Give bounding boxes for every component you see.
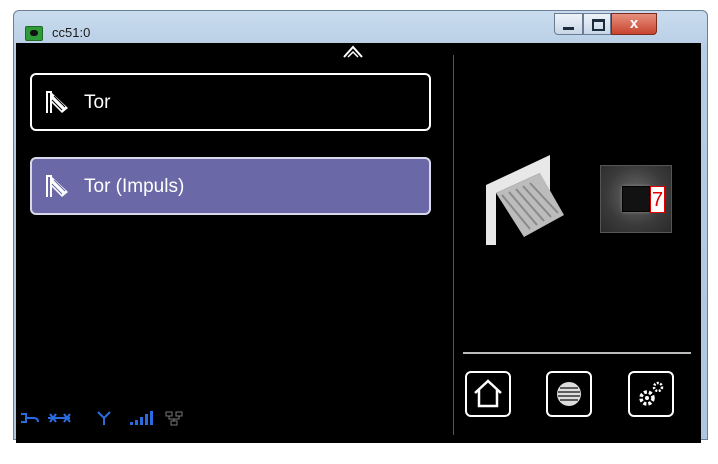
list-item-tor-impuls[interactable]: Tor (Impuls) — [30, 157, 431, 215]
maximize-button[interactable] — [583, 13, 611, 35]
network-icon — [165, 411, 183, 426]
badge-number: 7 — [650, 186, 665, 213]
gate-icon — [46, 91, 69, 113]
signal-icon — [130, 411, 153, 425]
close-button[interactable]: x — [611, 13, 657, 35]
app-icon — [25, 26, 43, 41]
window-title: cc51:0 — [52, 25, 91, 40]
list-item-tor[interactable]: Tor — [30, 73, 431, 131]
settings-icon — [639, 381, 664, 406]
status-bar — [21, 411, 183, 426]
plug-icon — [21, 413, 39, 423]
blinds-button[interactable] — [546, 371, 592, 417]
antenna-icon — [97, 411, 111, 425]
scroll-up-icon[interactable] — [342, 44, 364, 58]
home-icon — [474, 379, 502, 408]
home-button[interactable] — [465, 371, 511, 417]
connection-icon — [48, 413, 71, 423]
device-screen: Tor Tor (Impuls) 7 — [16, 43, 701, 443]
list-item-label: Tor — [84, 92, 111, 113]
impulse-button[interactable]: 7 — [600, 165, 672, 233]
blind-icon — [557, 382, 581, 406]
gate-icon — [46, 175, 69, 197]
minimize-button[interactable] — [554, 13, 583, 35]
close-icon: x — [629, 15, 639, 32]
nav-divider — [463, 352, 691, 354]
garage-gate-icon — [486, 155, 564, 245]
button-face — [622, 186, 650, 212]
list-item-label: Tor (Impuls) — [84, 176, 185, 197]
settings-button[interactable] — [628, 371, 674, 417]
panel-divider — [453, 55, 454, 435]
